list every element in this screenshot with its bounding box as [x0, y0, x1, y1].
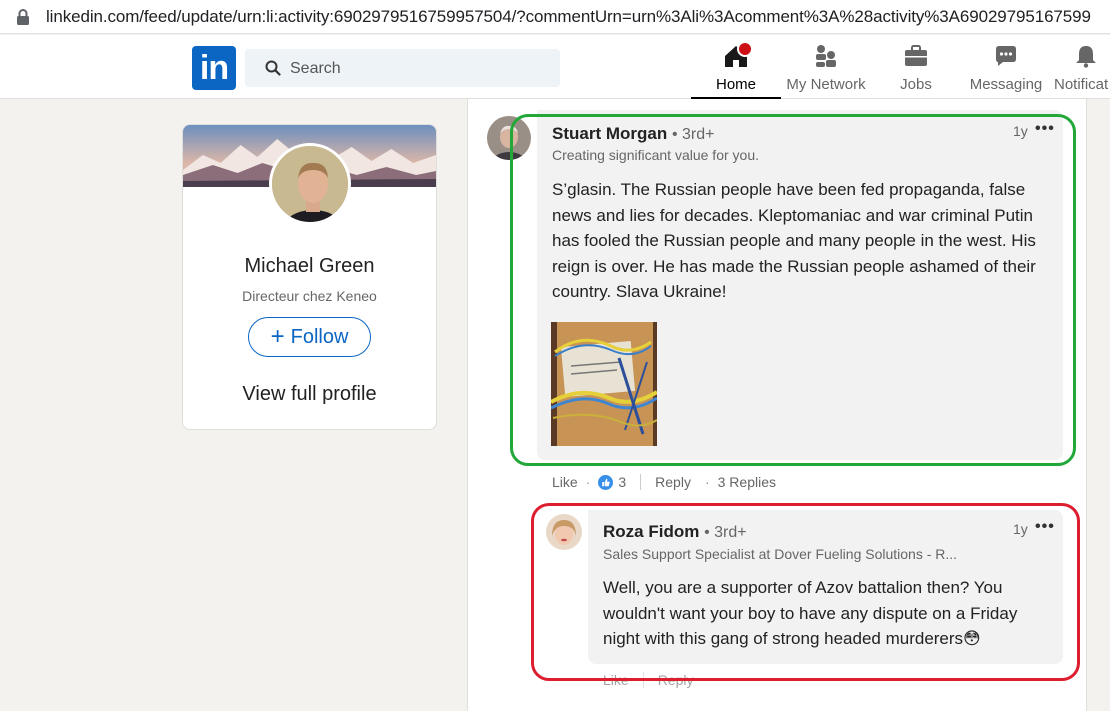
comment-like-button[interactable]: Like — [552, 474, 578, 490]
profile-photo — [272, 146, 348, 222]
separator-dot: · — [585, 474, 591, 490]
url-text[interactable]: linkedin.com/feed/update/urn:li:activity… — [46, 7, 1091, 27]
notification-badge — [737, 41, 753, 57]
search-box[interactable] — [245, 49, 560, 87]
green-highlight-box — [510, 114, 1076, 466]
browser-address-bar[interactable]: linkedin.com/feed/update/urn:li:activity… — [0, 0, 1110, 34]
like-reaction-icon — [598, 474, 614, 490]
action-divider — [640, 474, 642, 490]
messaging-icon — [996, 46, 1016, 66]
comment-reply-button[interactable]: Reply — [655, 474, 691, 490]
nav-jobs[interactable]: Jobs — [871, 35, 961, 99]
briefcase-icon — [905, 45, 927, 66]
follow-button[interactable]: + Follow — [248, 317, 371, 357]
comment-like-count[interactable]: 3 — [618, 474, 626, 490]
bell-icon — [1076, 46, 1096, 68]
comment-actions: Like · 3 Reply · 3 Replies — [552, 474, 776, 490]
profile-name[interactable]: Michael Green — [183, 255, 436, 278]
profile-avatar[interactable] — [269, 143, 351, 225]
nav-home-label: Home — [715, 76, 756, 93]
view-full-profile-link[interactable]: View full profile — [183, 383, 436, 406]
nav-messaging[interactable]: Messaging — [961, 35, 1051, 99]
search-icon — [265, 60, 281, 76]
nav-notifications[interactable]: Notificat — [1051, 35, 1110, 99]
profile-title: Directeur chez Keneo — [242, 288, 377, 304]
nav-jobs-label: Jobs — [900, 76, 932, 93]
comment-replies-link[interactable]: 3 Replies — [718, 474, 776, 490]
follow-label: Follow — [290, 325, 349, 348]
linkedin-logo[interactable]: in — [192, 46, 236, 90]
plus-icon: + — [270, 323, 285, 350]
profile-card: Michael Green Directeur chez Keneo + Fol… — [182, 124, 437, 430]
nav-notifications-label: Notificat — [1054, 76, 1109, 93]
lock-icon — [17, 9, 29, 25]
people-icon — [816, 45, 836, 67]
red-highlight-box — [531, 503, 1080, 681]
search-input[interactable] — [290, 58, 540, 80]
nav-messaging-label: Messaging — [969, 76, 1043, 93]
nav-my-network[interactable]: My Network — [781, 35, 871, 99]
nav-home[interactable]: Home — [691, 35, 781, 99]
global-nav: in Home My Network Jobs — [0, 35, 1110, 99]
separator-dot: · — [704, 474, 710, 490]
nav-my-network-label: My Network — [786, 76, 866, 93]
